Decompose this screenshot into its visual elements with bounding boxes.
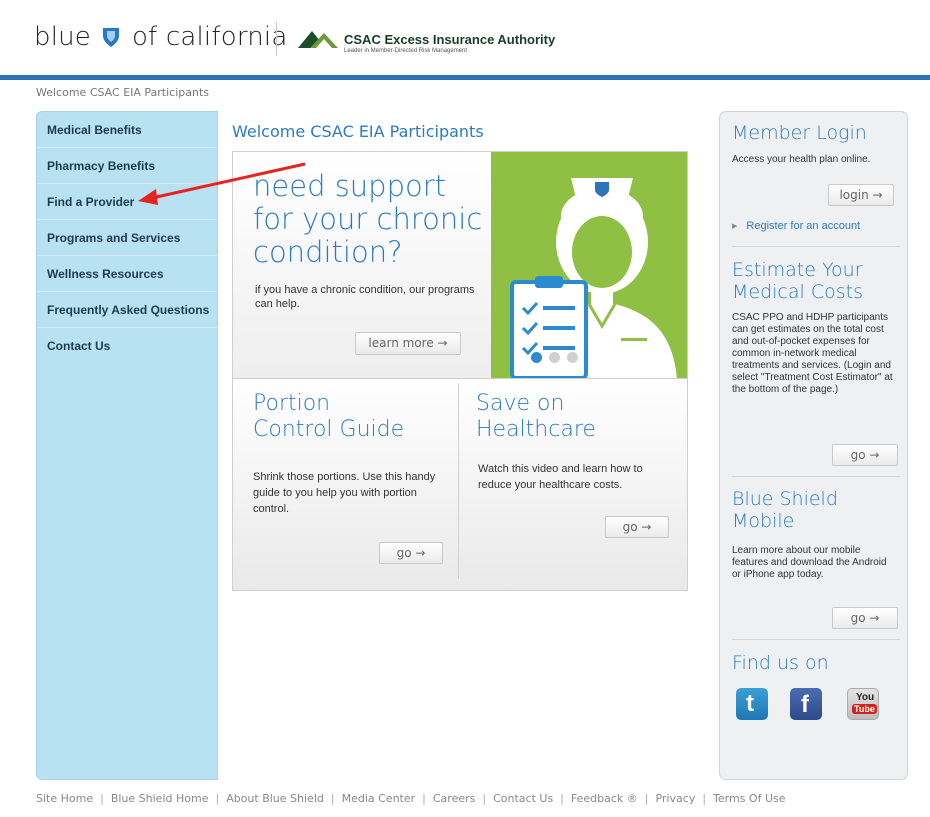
bullet-triangle-icon: ▶ <box>732 223 738 230</box>
breadcrumb: Welcome CSAC EIA Participants <box>36 86 210 99</box>
register-link[interactable]: ▶ Register for an account <box>732 220 860 232</box>
footer-link-contact-us[interactable]: Contact Us <box>493 792 553 805</box>
nurse-illustration <box>491 152 687 378</box>
estimate-title: Estimate Your Medical Costs <box>732 259 863 303</box>
learn-more-button[interactable]: learn more → <box>355 332 461 355</box>
hero-text-panel: need support for your chronic condition?… <box>233 152 491 378</box>
footer-link-careers[interactable]: Careers <box>433 792 476 805</box>
promo-save-body: Watch this video and learn how to reduce… <box>478 463 643 491</box>
nav-item-contact-us[interactable]: Contact Us <box>37 328 217 364</box>
nav-item-find-a-provider[interactable]: Find a Provider <box>37 184 217 220</box>
promo-portion-body: Shrink those portions. Use this handy gu… <box>253 471 436 515</box>
sidebar-divider-2 <box>732 476 900 477</box>
carousel-dot-3[interactable] <box>567 352 578 363</box>
footer-link-privacy[interactable]: Privacy <box>656 792 696 805</box>
hero-heading-line1: need support <box>253 169 447 203</box>
promo-save-heading-line1: Save on <box>476 391 565 416</box>
twitter-glyph: t <box>746 690 754 717</box>
csac-tagline: Leader in Member-Directed Risk Managemen… <box>344 48 468 54</box>
estimate-go-button[interactable]: go → <box>832 444 898 466</box>
footer-link-media-center[interactable]: Media Center <box>342 792 416 805</box>
estimate-title-line1: Estimate Your <box>732 259 863 281</box>
estimate-body: CSAC PPO and HDHP participants can get e… <box>732 312 893 395</box>
clipboard-icon <box>510 276 588 378</box>
promo-save-go-button[interactable]: go → <box>605 516 669 538</box>
csac-triangle-icon <box>298 31 338 48</box>
promo-portion-heading: Portion Control Guide <box>253 391 404 443</box>
brand-word-of-california: of california <box>131 22 288 52</box>
site-header: blue of california CSAC Excess Insurance… <box>0 0 930 78</box>
mobile-title-line2: Mobile <box>732 510 795 532</box>
twitter-icon[interactable]: t <box>736 688 768 720</box>
sidebar-divider-3 <box>732 639 900 640</box>
promo-portion-heading-line1: Portion <box>253 391 331 416</box>
mobile-title-line1: Blue Shield <box>732 488 838 510</box>
hero-carousel: need support for your chronic condition?… <box>232 151 688 379</box>
nav-item-programs-and-services[interactable]: Programs and Services <box>37 220 217 256</box>
blue-shield-icon <box>101 25 121 55</box>
footer-link-about[interactable]: About Blue Shield <box>226 792 324 805</box>
register-link-label: Register for an account <box>746 220 861 232</box>
footer-link-feedback[interactable]: Feedback ® <box>571 792 638 805</box>
promo-divider <box>458 383 459 579</box>
promo-save-heading: Save on Healthcare <box>476 391 596 443</box>
login-button[interactable]: login → <box>828 184 894 206</box>
carousel-dot-1[interactable] <box>531 352 542 363</box>
find-us-title: Find us on <box>732 652 829 674</box>
csac-title: CSAC Excess Insurance Authority <box>344 32 556 47</box>
logo-divider <box>276 22 277 56</box>
footer-link-blue-shield-home[interactable]: Blue Shield Home <box>111 792 209 805</box>
site-footer: Site Home | Blue Shield Home | About Blue Sh… <box>36 792 786 805</box>
hero-heading-line2: for your chronic <box>253 202 483 236</box>
blue-shield-logo[interactable]: blue of california <box>34 22 287 55</box>
facebook-icon[interactable]: f <box>790 688 822 720</box>
right-sidebar: Member Login Access your health plan onl… <box>719 111 908 780</box>
main-content: Welcome CSAC EIA Participants need suppo… <box>218 111 715 780</box>
footer-link-terms[interactable]: Terms Of Use <box>713 792 785 805</box>
nav-item-wellness-resources[interactable]: Wellness Resources <box>37 256 217 292</box>
left-navigation: Medical Benefits Pharmacy Benefits Find … <box>36 111 218 780</box>
brand-word-blue: blue <box>34 22 92 52</box>
hero-heading: need support for your chronic condition? <box>253 170 503 269</box>
promo-portion-go-button[interactable]: go → <box>379 542 443 564</box>
youtube-icon[interactable]: You Tube <box>847 688 879 720</box>
mobile-go-button[interactable]: go → <box>832 607 898 629</box>
youtube-glyph-top: You <box>856 692 875 703</box>
promo-save-heading-line2: Healthcare <box>476 417 596 442</box>
footer-link-site-home[interactable]: Site Home <box>36 792 93 805</box>
member-login-body: Access your health plan online. <box>732 154 871 165</box>
member-login-title: Member Login <box>732 122 867 144</box>
mobile-title: Blue Shield Mobile <box>732 488 838 532</box>
hero-heading-line3: condition? <box>253 235 403 269</box>
mobile-body: Learn more about our mobile features and… <box>732 545 887 580</box>
promo-portion-heading-line2: Control Guide <box>253 417 405 442</box>
estimate-title-line2: Medical Costs <box>732 281 863 303</box>
sidebar-divider-1 <box>732 246 900 247</box>
nav-item-medical-benefits[interactable]: Medical Benefits <box>37 112 217 148</box>
carousel-dot-2[interactable] <box>549 352 560 363</box>
nav-item-pharmacy-benefits[interactable]: Pharmacy Benefits <box>37 148 217 184</box>
nav-item-faq[interactable]: Frequently Asked Questions <box>37 292 217 328</box>
youtube-glyph-bottom: Tube <box>852 704 877 714</box>
facebook-glyph: f <box>801 691 809 718</box>
page-title: Welcome CSAC EIA Participants <box>232 122 484 141</box>
promo-panel: Portion Control Guide Shrink those porti… <box>232 379 688 591</box>
hero-body: if you have a chronic condition, our pro… <box>255 284 475 310</box>
